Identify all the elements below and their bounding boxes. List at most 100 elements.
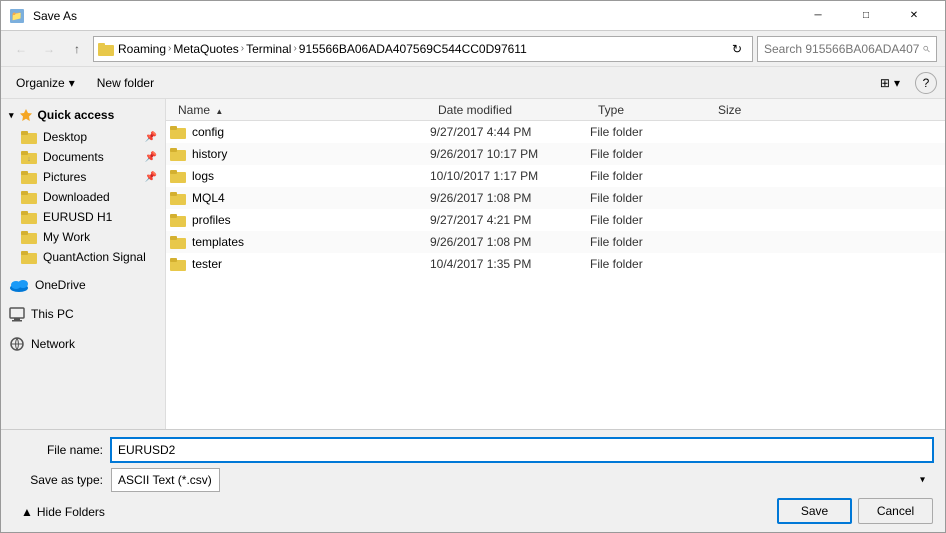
thispc-label: This PC <box>31 307 74 321</box>
thispc-icon <box>9 306 25 322</box>
new-folder-button[interactable]: New folder <box>90 73 161 93</box>
sidebar-item-eurusd[interactable]: EURUSD H1 <box>1 207 165 227</box>
close-button[interactable]: ✕ <box>891 1 937 31</box>
svg-text:📁: 📁 <box>11 11 22 21</box>
folder-icon <box>170 257 186 271</box>
maximize-button[interactable]: □ <box>843 1 889 31</box>
breadcrumb-terminal[interactable]: Terminal <box>246 42 291 56</box>
file-list-header: Name ▲ Date modified Type Size <box>166 99 945 121</box>
sidebar-item-thispc[interactable]: This PC <box>1 303 165 325</box>
file-name-cell: MQL4 <box>170 191 430 205</box>
mywork-folder-icon <box>21 230 37 244</box>
savetype-row: Save as type: ASCII Text (*.csv) <box>13 468 933 492</box>
quick-access-expand-icon: ▾ <box>9 110 14 121</box>
up-button[interactable]: ↑ <box>65 37 89 61</box>
downloaded-label: Downloaded <box>43 190 110 204</box>
view-dropdown-icon: ▾ <box>894 76 900 90</box>
organize-label: Organize <box>16 76 65 90</box>
folder-icon <box>170 235 186 249</box>
search-input[interactable] <box>764 42 919 56</box>
view-icon: ⊞ <box>880 76 890 90</box>
breadcrumb-metaquotes[interactable]: MetaQuotes <box>173 42 238 56</box>
pictures-folder-icon <box>21 170 37 184</box>
table-row[interactable]: logs 10/10/2017 1:17 PM File folder <box>166 165 945 187</box>
sidebar-item-documents[interactable]: ↓ Documents 📌 <box>1 147 165 167</box>
filename-label: File name: <box>13 443 103 457</box>
breadcrumb-roaming[interactable]: Roaming <box>118 42 166 56</box>
file-type-cell: File folder <box>590 147 710 161</box>
folder-address-icon <box>98 42 114 56</box>
sidebar-divider-3 <box>1 325 165 333</box>
organize-dropdown-icon: ▾ <box>69 76 75 90</box>
eurusd-label: EURUSD H1 <box>43 210 112 224</box>
quantaction-folder-icon <box>21 250 37 264</box>
sidebar-item-desktop[interactable]: Desktop 📌 <box>1 127 165 147</box>
sidebar-item-network[interactable]: Network <box>1 333 165 355</box>
file-date-cell: 9/26/2017 10:17 PM <box>430 147 590 161</box>
filename-input[interactable] <box>111 438 933 462</box>
col-header-size[interactable]: Size <box>710 101 790 119</box>
file-list: config 9/27/2017 4:44 PM File folder his… <box>166 121 945 429</box>
new-folder-label: New folder <box>97 76 154 90</box>
file-type-cell: File folder <box>590 213 710 227</box>
folder-icon <box>170 191 186 205</box>
file-date-cell: 9/26/2017 1:08 PM <box>430 235 590 249</box>
window-icon: 📁 <box>9 8 25 24</box>
table-row[interactable]: MQL4 9/26/2017 1:08 PM File folder <box>166 187 945 209</box>
view-button[interactable]: ⊞ ▾ <box>873 73 907 93</box>
action-buttons-row: ▲ Hide Folders Save Cancel <box>13 498 933 524</box>
onedrive-icon <box>9 278 29 292</box>
hide-folders-button[interactable]: ▲ Hide Folders <box>13 503 113 521</box>
desktop-folder-icon <box>21 130 37 144</box>
svg-text:↓: ↓ <box>27 156 31 163</box>
col-header-name[interactable]: Name ▲ <box>170 101 430 119</box>
help-button[interactable]: ? <box>915 72 937 94</box>
breadcrumb-id[interactable]: 915566BA06ADA407569C544CC0D97611 <box>299 42 527 56</box>
table-row[interactable]: tester 10/4/2017 1:35 PM File folder <box>166 253 945 275</box>
sidebar-divider-2 <box>1 295 165 303</box>
quick-access-section[interactable]: ▾ Quick access <box>1 103 165 127</box>
hide-folders-label: Hide Folders <box>37 505 105 519</box>
save-button[interactable]: Save <box>777 498 852 524</box>
help-icon: ? <box>923 76 930 90</box>
minimize-button[interactable]: ─ <box>795 1 841 31</box>
desktop-label: Desktop <box>43 130 87 144</box>
pictures-label: Pictures <box>43 170 86 184</box>
cancel-button[interactable]: Cancel <box>858 498 933 524</box>
table-row[interactable]: profiles 9/27/2017 4:21 PM File folder <box>166 209 945 231</box>
onedrive-label: OneDrive <box>35 278 86 292</box>
table-row[interactable]: config 9/27/2017 4:44 PM File folder <box>166 121 945 143</box>
downloaded-folder-icon <box>21 190 37 204</box>
sidebar-item-downloaded[interactable]: Downloaded <box>1 187 165 207</box>
savetype-select[interactable]: ASCII Text (*.csv) <box>111 468 220 492</box>
forward-button[interactable]: → <box>37 37 61 61</box>
search-bar[interactable] <box>757 36 937 62</box>
organize-button[interactable]: Organize ▾ <box>9 73 82 93</box>
file-type-cell: File folder <box>590 257 710 271</box>
back-button[interactable]: ← <box>9 37 33 61</box>
folder-icon <box>170 169 186 183</box>
sidebar-item-pictures[interactable]: Pictures 📌 <box>1 167 165 187</box>
file-type-cell: File folder <box>590 191 710 205</box>
sidebar-divider-1 <box>1 267 165 275</box>
folder-icon <box>170 213 186 227</box>
col-header-type[interactable]: Type <box>590 101 710 119</box>
sidebar-item-quantaction[interactable]: QuantAction Signal <box>1 247 165 267</box>
sidebar-item-onedrive[interactable]: OneDrive <box>1 275 165 295</box>
file-date-cell: 9/27/2017 4:44 PM <box>430 125 590 139</box>
table-row[interactable]: templates 9/26/2017 1:08 PM File folder <box>166 231 945 253</box>
table-row[interactable]: history 9/26/2017 10:17 PM File folder <box>166 143 945 165</box>
actions-bar: Organize ▾ New folder ⊞ ▾ ? <box>1 67 945 99</box>
filename-row: File name: <box>13 438 933 462</box>
pictures-pin-icon: 📌 <box>145 172 157 183</box>
file-date-cell: 10/10/2017 1:17 PM <box>430 169 590 183</box>
sidebar-item-mywork[interactable]: My Work <box>1 227 165 247</box>
col-header-date[interactable]: Date modified <box>430 101 590 119</box>
refresh-button[interactable]: ↻ <box>726 38 748 60</box>
bottom-bar: File name: Save as type: ASCII Text (*.c… <box>1 429 945 532</box>
title-bar-left: 📁 Save As <box>9 8 77 24</box>
title-bar: 📁 Save As ─ □ ✕ <box>1 1 945 31</box>
sort-arrow: ▲ <box>215 107 223 116</box>
address-bar[interactable]: Roaming › MetaQuotes › Terminal › 915566… <box>93 36 753 62</box>
file-name-cell: config <box>170 125 430 139</box>
